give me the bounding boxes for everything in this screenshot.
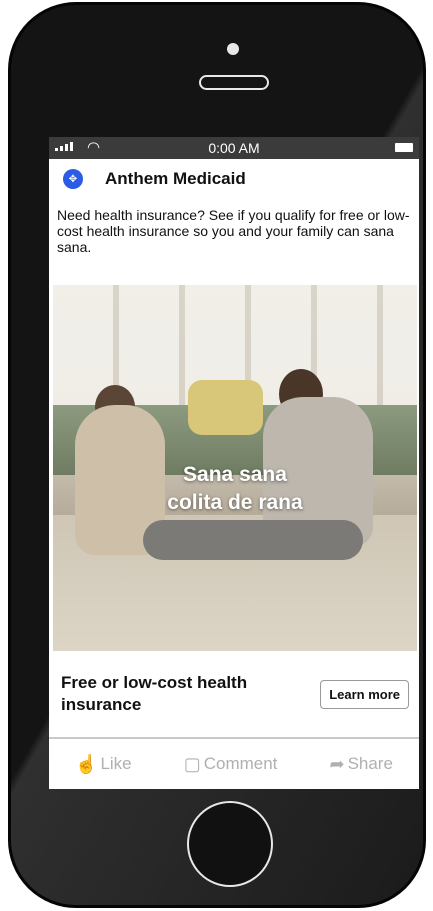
overlay-line-2: colita de rana: [167, 491, 303, 514]
thumbs-up-icon: ☝: [75, 753, 98, 774]
image-pillow: [188, 380, 263, 435]
ad-body-text: Need health insurance? See if you qualif…: [57, 207, 410, 255]
like-button[interactable]: ☝ Like: [75, 754, 132, 775]
status-bar: ◠ 0:00 AM: [49, 137, 419, 159]
share-label: Share: [347, 754, 393, 773]
phone-screen: ◠ 0:00 AM ✥ Anthem Medicaid Need health …: [49, 137, 419, 789]
share-icon: ➦: [329, 753, 345, 774]
cta-headline: Free or low-cost health insurance: [61, 673, 248, 714]
status-time: 0:00 AM: [208, 140, 260, 156]
learn-more-button[interactable]: Learn more: [320, 679, 409, 709]
ad-image[interactable]: Sana sana colita de rana: [53, 285, 417, 651]
image-legs: [143, 520, 363, 560]
cta-row: Free or low-cost health insurance Learn …: [49, 651, 419, 737]
brand-name[interactable]: Anthem Medicaid: [105, 169, 246, 189]
anthem-shield-icon[interactable]: ✥: [63, 169, 83, 189]
like-label: Like: [100, 754, 132, 773]
ad-header: ✥ Anthem Medicaid: [49, 159, 419, 199]
comment-label: Comment: [203, 754, 278, 773]
camera-dot: [227, 43, 239, 55]
share-button[interactable]: ➦ Share: [329, 754, 392, 775]
comment-button[interactable]: ▢ Comment: [184, 754, 278, 775]
comment-icon: ▢: [183, 753, 201, 774]
phone-frame: ◠ 0:00 AM ✥ Anthem Medicaid Need health …: [8, 2, 426, 908]
speaker-grille: [199, 75, 269, 90]
action-bar: ☝ Like ▢ Comment ➦ Share: [49, 739, 419, 789]
overlay-line-1: Sana sana: [183, 463, 287, 486]
home-button[interactable]: [187, 801, 273, 887]
battery-icon: [395, 143, 413, 152]
image-overlay-text: Sana sana colita de rana: [53, 461, 417, 517]
